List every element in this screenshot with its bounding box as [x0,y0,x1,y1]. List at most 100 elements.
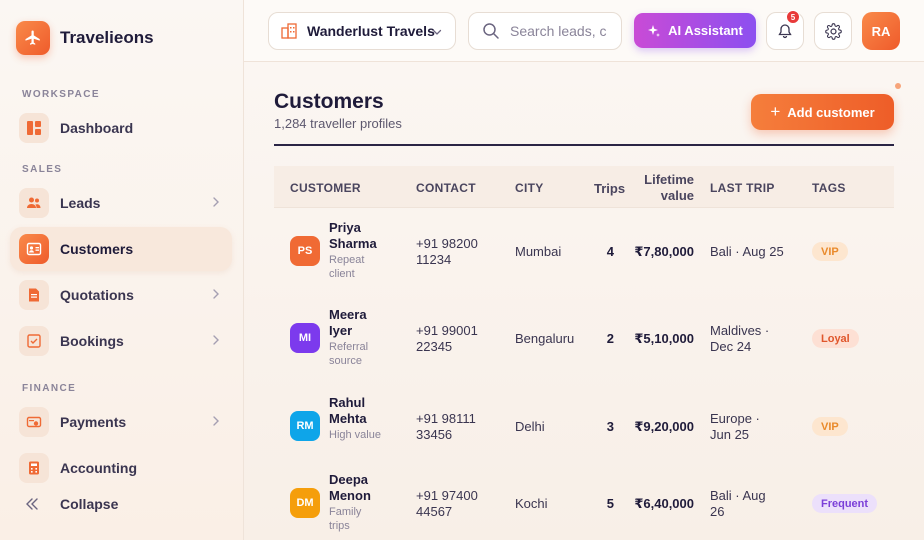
sidebar-item-leads[interactable]: Leads [10,181,232,225]
collapse-button[interactable]: Collapse [24,496,118,512]
customer-note-line1: Family [329,506,362,518]
customer-note-line1: High value [329,429,381,441]
sidebar-item-dashboard[interactable]: Dashboard [10,106,232,150]
header-lifetime-value[interactable]: Lifetime value [634,172,694,204]
header-trips[interactable]: Trips [594,181,625,196]
header-customer[interactable]: CUSTOMER [290,181,361,195]
customer-note: Family trips [329,505,389,533]
phone-line2: 22345 [416,339,453,354]
double-chevron-left-icon [26,498,38,510]
sidebar-item-label: Customers [60,241,134,257]
notifications-button[interactable]: 5 [766,10,804,50]
sidebar-item-payments[interactable]: Payments [10,400,232,444]
bell-icon [778,24,792,39]
chevron-right-icon [213,416,219,426]
page-subtitle: 1,284 traveller profiles [274,116,402,131]
document-icon [19,280,49,310]
add-customer-label: Add customer [787,104,875,120]
brand[interactable]: Travelieons [16,21,154,55]
section-label-workspace: WORKSPACE [22,89,100,100]
plus-icon: + [770,102,781,121]
sidebar-item-label: Accounting [60,460,137,476]
ai-assistant-button[interactable]: AI Assistant [634,13,756,48]
chevron-right-icon [213,289,219,299]
customer-trips: 5 [606,496,614,511]
sidebar-item-accounting[interactable]: Accounting [10,446,232,490]
customer-tag[interactable]: Loyal [812,329,859,348]
payment-icon [19,407,49,437]
customer-name[interactable]: Deepa Menon [329,472,389,504]
sidebar-item-label: Payments [60,414,127,430]
customer-name[interactable]: Rahul Mehta [329,395,389,427]
customer-note-line2: trips [329,520,350,532]
company-selector[interactable]: Wanderlust Travels [268,12,456,50]
calculator-icon [19,453,49,483]
customer-name[interactable]: Meera Iyer [329,307,389,339]
decorative-dot [895,83,901,89]
customer-phone[interactable]: +91 98111 33456 [416,411,496,443]
table-row[interactable]: RM Rahul Mehta High value +91 98111 3345… [274,383,894,463]
sparkle-icon [648,24,661,37]
header-city[interactable]: CITY [515,181,544,195]
customer-trips: 3 [606,419,614,434]
header-tags[interactable]: TAGS [812,181,846,195]
section-label-finance: FINANCE [22,383,77,394]
customer-note-line2: client [329,268,355,280]
customer-last-trip: Bali · Aug 25 [710,244,790,260]
customer-city: Bengaluru [515,331,575,346]
customer-last-name: Iyer [329,323,353,338]
add-customer-button[interactable]: + Add customer [751,94,894,130]
customer-tag[interactable]: VIP [812,242,848,261]
customer-phone[interactable]: +91 98200 11234 [416,236,496,268]
customer-last-name: Mehta [329,411,367,426]
customer-note-line1: Referral [329,341,369,353]
last-trip-line1: Bali · Aug 25 [710,244,784,259]
customer-city: Kochi [515,496,548,511]
customer-first-name: Priya [329,220,361,235]
settings-button[interactable] [814,12,852,50]
customer-first-name: Rahul [329,395,366,410]
topbar: Wanderlust Travels AI Assistant 5 RA [244,0,924,62]
header-last-trip[interactable]: LAST TRIP [710,181,775,195]
customer-city: Delhi [515,419,545,434]
checklist-icon [19,326,49,356]
title-divider [274,144,894,146]
search-input[interactable] [510,23,610,39]
table-row[interactable]: PS Priya Sharma Repeat client +91 98200 … [274,208,894,288]
customer-first-name: Deepa [329,472,369,487]
customer-phone[interactable]: +91 99001 22345 [416,323,496,355]
airplane-icon [16,21,50,55]
customer-lifetime-value: ₹5,10,000 [634,331,694,346]
sidebar-item-label: Dashboard [60,120,134,136]
customer-avatar: PS [290,236,320,266]
sidebar-item-customers[interactable]: Customers [10,227,232,271]
sidebar-item-label: Quotations [60,287,134,303]
customer-last-trip: Maldives · Dec 24 [710,323,790,355]
phone-line2: 11234 [416,252,452,267]
sidebar-item-quotations[interactable]: Quotations [10,273,232,317]
sidebar-item-bookings[interactable]: Bookings [10,319,232,363]
customer-tag[interactable]: VIP [812,417,848,436]
customer-note-line2: source [329,355,363,367]
customer-phone[interactable]: +91 97400 44567 [416,488,496,520]
user-avatar[interactable]: RA [862,12,900,50]
table-row[interactable]: DM Deepa Menon Family trips +91 97400 44… [274,460,894,540]
customer-name[interactable]: Priya Sharma [329,220,389,252]
section-label-sales: SALES [22,164,63,175]
search-box[interactable] [468,12,622,50]
company-name: Wanderlust Travels [307,23,435,39]
phone-line1: +91 97400 [416,488,478,503]
last-trip-line1: Bali · Aug [710,488,766,503]
phone-line2: 44567 [416,504,453,519]
chevron-right-icon [213,335,219,345]
table-row[interactable]: MI Meera Iyer Referral source +91 99001 … [274,295,894,375]
last-trip-line1: Europe · [710,411,760,426]
chevron-right-icon [213,197,219,207]
customer-note: Repeat client [329,253,389,281]
customer-trips: 4 [606,244,614,259]
customer-tag[interactable]: Frequent [812,494,878,513]
customer-note: Referral source [329,340,389,368]
customer-last-trip: Europe · Jun 25 [710,411,790,443]
sidebar-item-label: Bookings [60,333,124,349]
header-contact[interactable]: CONTACT [416,181,476,195]
